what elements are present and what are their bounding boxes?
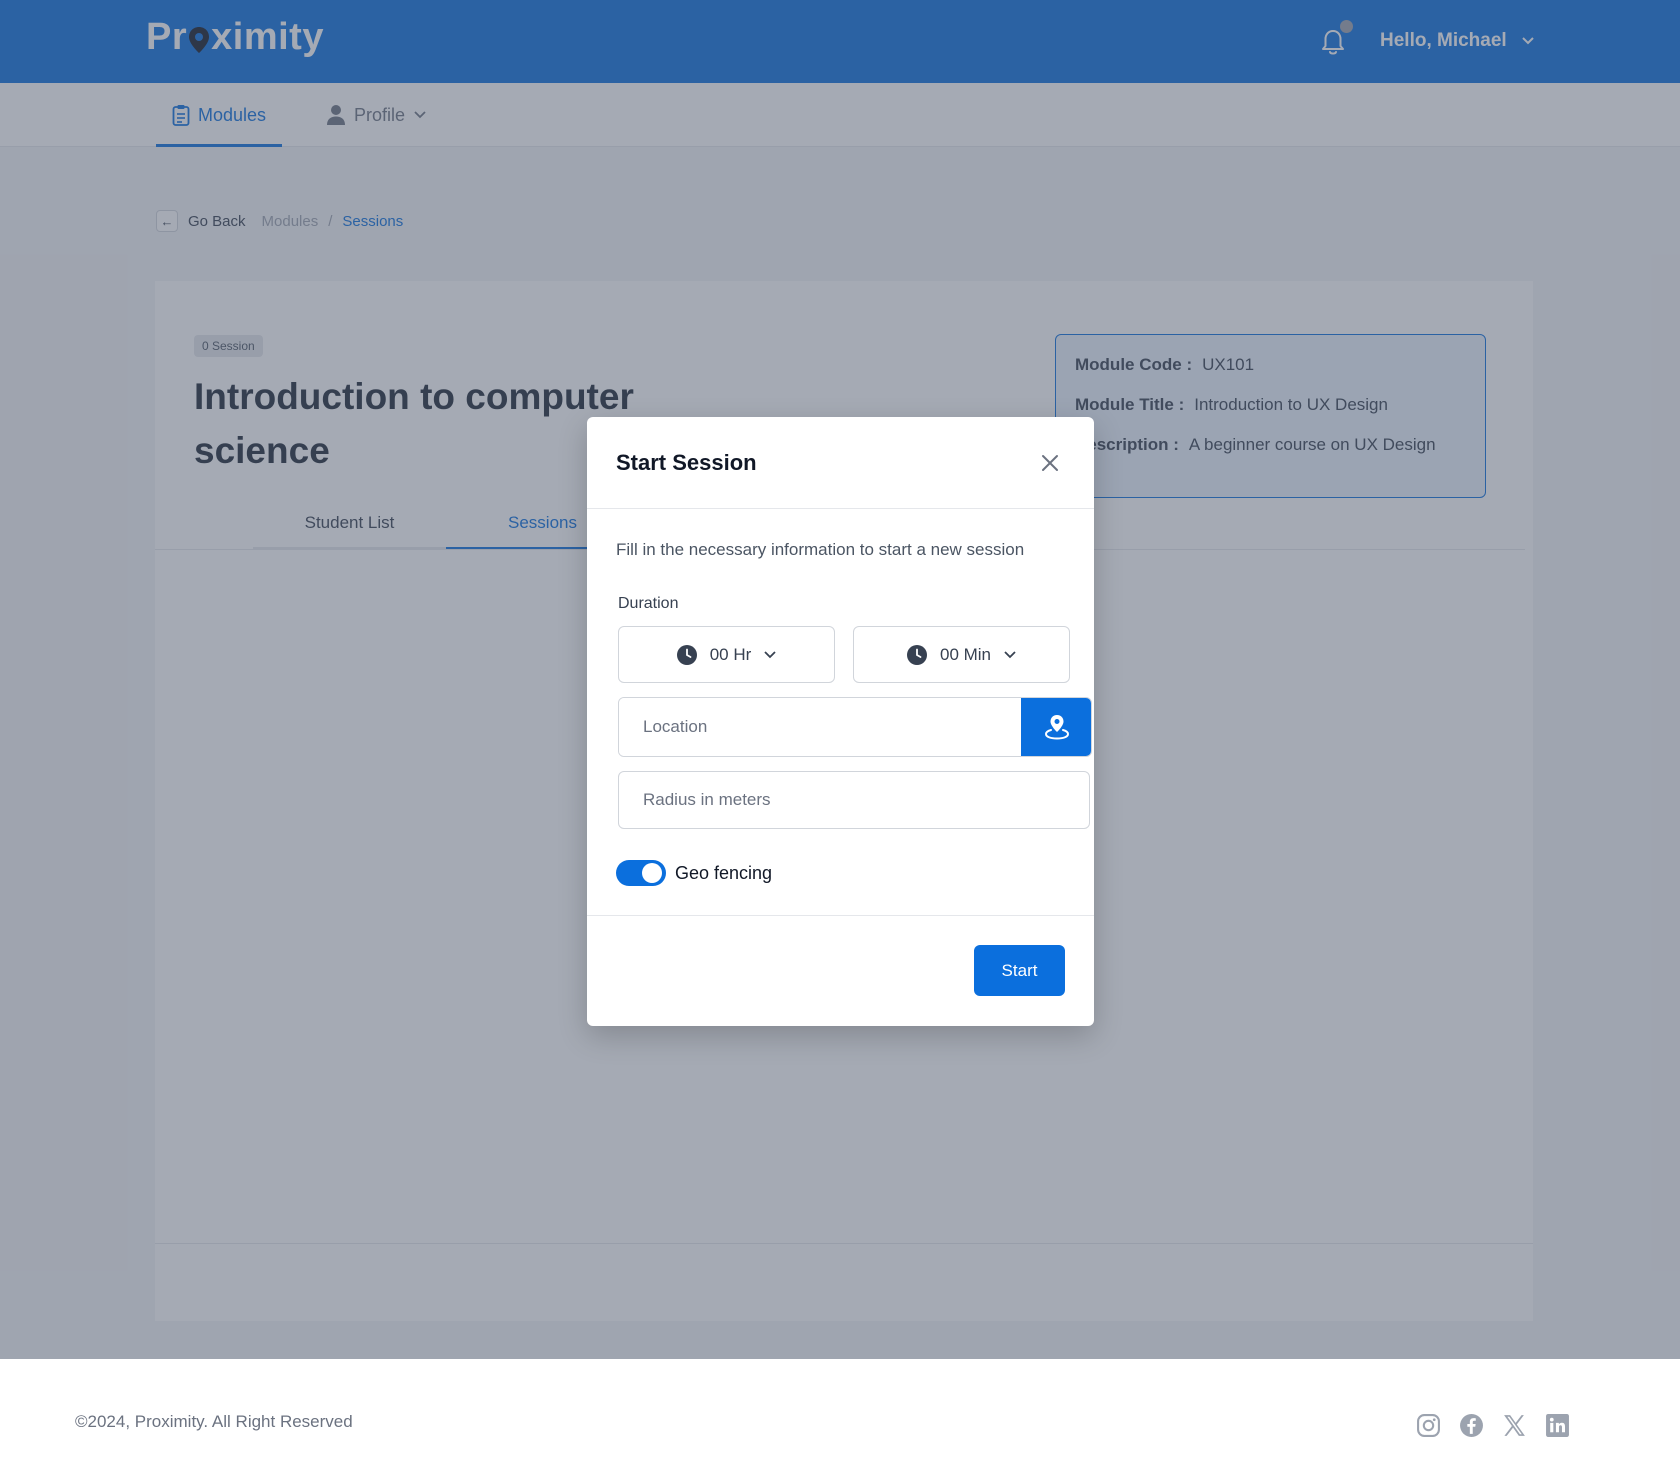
modal-description: Fill in the necessary information to sta… bbox=[616, 540, 1025, 559]
map-pin-icon bbox=[1044, 715, 1070, 740]
geofencing-toggle[interactable] bbox=[616, 860, 666, 886]
linkedin-icon[interactable] bbox=[1545, 1413, 1570, 1438]
minutes-select[interactable]: 00 Min bbox=[853, 626, 1070, 683]
start-session-modal: Start Session Fill in the necessary info… bbox=[587, 417, 1094, 1026]
hours-value: 00 Hr bbox=[709, 644, 752, 664]
toggle-knob bbox=[642, 863, 662, 883]
radius-input[interactable] bbox=[618, 771, 1090, 829]
facebook-icon[interactable] bbox=[1459, 1413, 1484, 1438]
x-twitter-icon[interactable] bbox=[1502, 1413, 1527, 1438]
start-button[interactable]: Start bbox=[974, 945, 1065, 996]
hours-select[interactable]: 00 Hr bbox=[618, 626, 835, 683]
modal-footer-divider bbox=[587, 915, 1094, 916]
clock-icon bbox=[676, 644, 697, 665]
social-links bbox=[1416, 1413, 1570, 1438]
duration-label: Duration bbox=[618, 595, 679, 612]
instagram-icon[interactable] bbox=[1416, 1413, 1441, 1438]
location-input[interactable] bbox=[619, 698, 1021, 756]
copyright-text: ©2024, Proximity. All Right Reserved bbox=[75, 1412, 353, 1431]
modal-title: Start Session bbox=[616, 450, 757, 475]
minutes-value: 00 Min bbox=[939, 644, 992, 664]
close-icon[interactable] bbox=[1039, 452, 1061, 474]
chevron-down-icon bbox=[1004, 650, 1016, 658]
modal-header: Start Session bbox=[587, 417, 1094, 509]
clock-icon bbox=[906, 644, 927, 665]
location-field bbox=[618, 697, 1092, 757]
chevron-down-icon bbox=[764, 650, 776, 658]
get-location-button[interactable] bbox=[1021, 698, 1091, 756]
page-footer: ©2024, Proximity. All Right Reserved bbox=[0, 1359, 1680, 1460]
geofencing-label: Geo fencing bbox=[675, 863, 773, 883]
